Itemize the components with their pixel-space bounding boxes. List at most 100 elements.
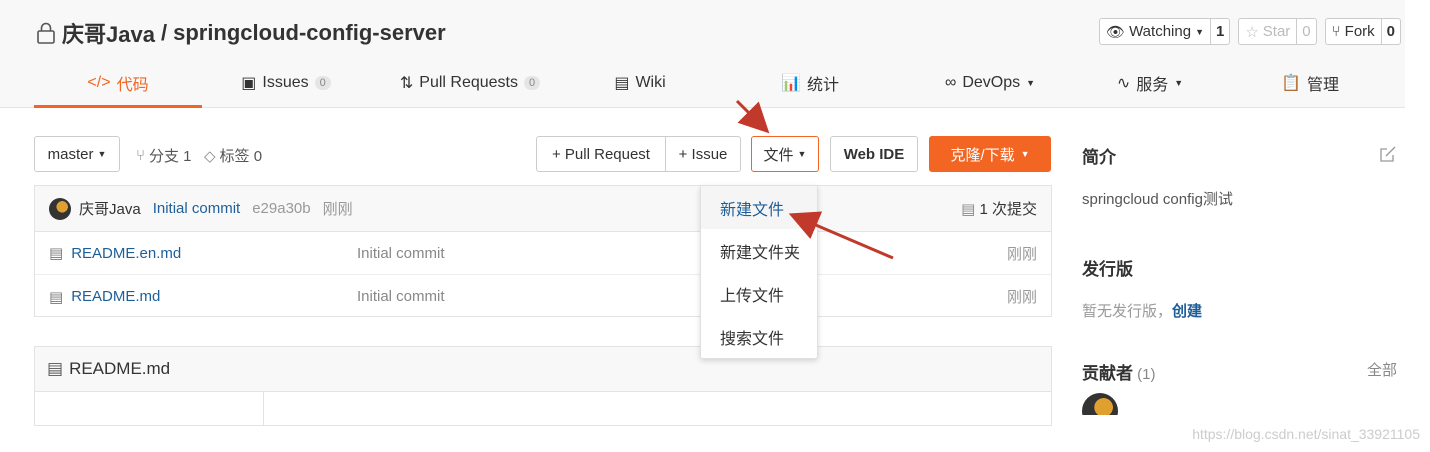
- repo-separator: /: [160, 20, 168, 45]
- file-name-link[interactable]: README.md: [71, 288, 160, 305]
- repo-sidebar: 简介 springcloud config测试 发行版 暂无发行版，创建 贡献者…: [1082, 136, 1397, 415]
- tab-devops[interactable]: ∞ DevOps ▼: [910, 60, 1070, 106]
- intro-section: 简介: [1082, 136, 1397, 172]
- intro-title: 简介: [1082, 148, 1116, 167]
- infinity-icon: ∞: [944, 74, 957, 91]
- branches-link[interactable]: ⑂ 分支 1: [136, 145, 192, 166]
- new-pull-request-button[interactable]: + Pull Request: [536, 136, 666, 172]
- clone-download-button[interactable]: 克隆/下载 ▼: [929, 136, 1051, 172]
- readme-divider: [263, 392, 264, 425]
- chevron-down-icon: ▼: [97, 149, 107, 159]
- release-title: 发行版: [1082, 260, 1133, 279]
- file-name-link[interactable]: README.en.md: [71, 245, 181, 262]
- tab-stats-label: 统计: [806, 77, 839, 94]
- file-menu-label: 文件: [763, 146, 794, 164]
- issues-icon: ▣: [241, 75, 257, 92]
- star-icon: ☆: [1245, 23, 1259, 41]
- repo-owner-link[interactable]: 庆哥Java: [62, 17, 155, 49]
- new-folder-menu-item[interactable]: 新建文件夹: [701, 229, 817, 272]
- contributors-all-link[interactable]: 全部: [1367, 359, 1397, 380]
- repo-header: 庆哥Java / springcloud-config-server 👁 Wat…: [0, 0, 1405, 108]
- commit-message-link[interactable]: Initial commit: [153, 200, 241, 217]
- file-time: 刚刚: [1006, 289, 1037, 306]
- file-commit-message[interactable]: Initial commit: [357, 288, 445, 305]
- tab-issues[interactable]: ▣ Issues 0: [202, 60, 370, 106]
- contributors-title: 贡献者: [1082, 364, 1133, 383]
- file-table: 庆哥Java Initial commit e29a30b 刚刚 ▤ 1 次提交…: [34, 185, 1052, 317]
- tab-issues-label: Issues: [262, 74, 309, 91]
- file-menu-button[interactable]: 文件 ▼: [751, 136, 819, 172]
- fork-count[interactable]: 0: [1382, 19, 1400, 44]
- commit-author[interactable]: 庆哥Java: [79, 198, 141, 219]
- tags-link[interactable]: ◇ 标签 0: [204, 145, 262, 166]
- clone-label: 克隆/下载: [950, 146, 1015, 164]
- release-info: 暂无发行版，创建: [1082, 300, 1397, 321]
- file-icon: ▤: [49, 288, 64, 306]
- tab-wiki[interactable]: ▤ Wiki: [570, 60, 710, 106]
- branch-icon: ⑂: [136, 147, 146, 164]
- star-button[interactable]: ☆ Star 0: [1238, 18, 1317, 45]
- fork-label: Fork: [1344, 23, 1375, 40]
- tab-stats[interactable]: 📊 统计: [710, 60, 910, 106]
- manage-icon: 📋: [1281, 75, 1301, 92]
- tags-label: 标签 0: [219, 148, 263, 165]
- edit-icon[interactable]: [1379, 145, 1397, 163]
- fork-button[interactable]: ⑂ Fork 0: [1324, 18, 1401, 45]
- watermark: https://blog.csdn.net/sinat_33921105: [1192, 426, 1420, 442]
- tab-manage-label: 管理: [1306, 77, 1339, 94]
- file-row: ▤ README.en.md Initial commit 刚刚: [35, 232, 1051, 275]
- star-count[interactable]: 0: [1297, 19, 1315, 44]
- intro-text: springcloud config测试: [1082, 191, 1233, 208]
- tab-devops-label: DevOps: [962, 74, 1021, 91]
- readme-icon: ▤: [47, 359, 64, 378]
- web-ide-button[interactable]: Web IDE: [830, 136, 918, 172]
- wiki-icon: ▤: [614, 75, 630, 92]
- chart-icon: 📊: [781, 75, 801, 92]
- chevron-down-icon: ▼: [797, 149, 807, 159]
- branch-name: master: [47, 145, 94, 163]
- contributor-avatar-wrap: [1082, 393, 1118, 415]
- repo-tabs: </> 代码 ▣ Issues 0 ⇅ Pull Requests 0 ▤ Wi…: [34, 60, 1394, 108]
- readme-panel: ▤ README.md: [34, 346, 1052, 426]
- tab-code-label: 代码: [116, 77, 149, 94]
- watch-button[interactable]: 👁 Watching ▼ 1: [1099, 18, 1231, 45]
- lock-icon: [37, 22, 55, 44]
- fork-icon: ⑂: [1331, 23, 1341, 40]
- file-commit-message[interactable]: Initial commit: [357, 245, 445, 262]
- commits-count-label: 1 次提交: [979, 201, 1037, 218]
- tab-manage[interactable]: 📋 管理: [1230, 60, 1390, 106]
- repo-actions: 👁 Watching ▼ 1 ☆ Star 0 ⑂ Fork 0: [1099, 18, 1401, 45]
- new-issue-button[interactable]: + Issue: [665, 136, 741, 172]
- branches-label: 分支 1: [149, 148, 192, 165]
- watch-count[interactable]: 1: [1211, 19, 1229, 44]
- tab-services[interactable]: ∿ 服务 ▼: [1070, 60, 1230, 106]
- contributors-section: 贡献者 (1) 全部: [1082, 359, 1397, 383]
- avatar[interactable]: [49, 197, 71, 220]
- repo-name-link[interactable]: springcloud-config-server: [173, 20, 446, 46]
- watch-label: Watching: [1129, 23, 1192, 40]
- create-release-link[interactable]: 创建: [1172, 303, 1202, 320]
- tab-wiki-label: Wiki: [635, 74, 666, 91]
- eye-icon: 👁: [1106, 23, 1126, 41]
- commit-hash[interactable]: e29a30b: [252, 200, 310, 217]
- search-file-menu-item[interactable]: 搜索文件: [701, 315, 817, 358]
- file-icon: ▤: [49, 245, 64, 262]
- avatar[interactable]: [1082, 393, 1118, 415]
- star-label: Star: [1262, 23, 1291, 40]
- new-file-menu-item[interactable]: 新建文件: [701, 186, 817, 229]
- pull-request-icon: ⇅: [399, 75, 414, 92]
- tab-pull-requests[interactable]: ⇅ Pull Requests 0: [370, 60, 570, 106]
- repo-title: 庆哥Java / springcloud-config-server: [36, 17, 446, 49]
- branch-select[interactable]: master ▼: [34, 136, 120, 172]
- contributors-count: (1): [1137, 366, 1156, 383]
- file-time: 刚刚: [1006, 245, 1037, 263]
- tab-code[interactable]: </> 代码: [34, 60, 202, 108]
- latest-commit-row: 庆哥Java Initial commit e29a30b 刚刚 ▤ 1 次提交: [35, 186, 1051, 232]
- code-icon: </>: [87, 74, 111, 91]
- file-menu-dropdown: 新建文件 新建文件夹 上传文件 搜索文件: [700, 185, 818, 359]
- issues-badge: 0: [314, 76, 331, 90]
- pulse-icon: ∿: [1116, 75, 1131, 92]
- upload-file-menu-item[interactable]: 上传文件: [701, 272, 817, 315]
- readme-title: README.md: [69, 359, 171, 378]
- commits-count-link[interactable]: ▤ 1 次提交: [961, 198, 1037, 219]
